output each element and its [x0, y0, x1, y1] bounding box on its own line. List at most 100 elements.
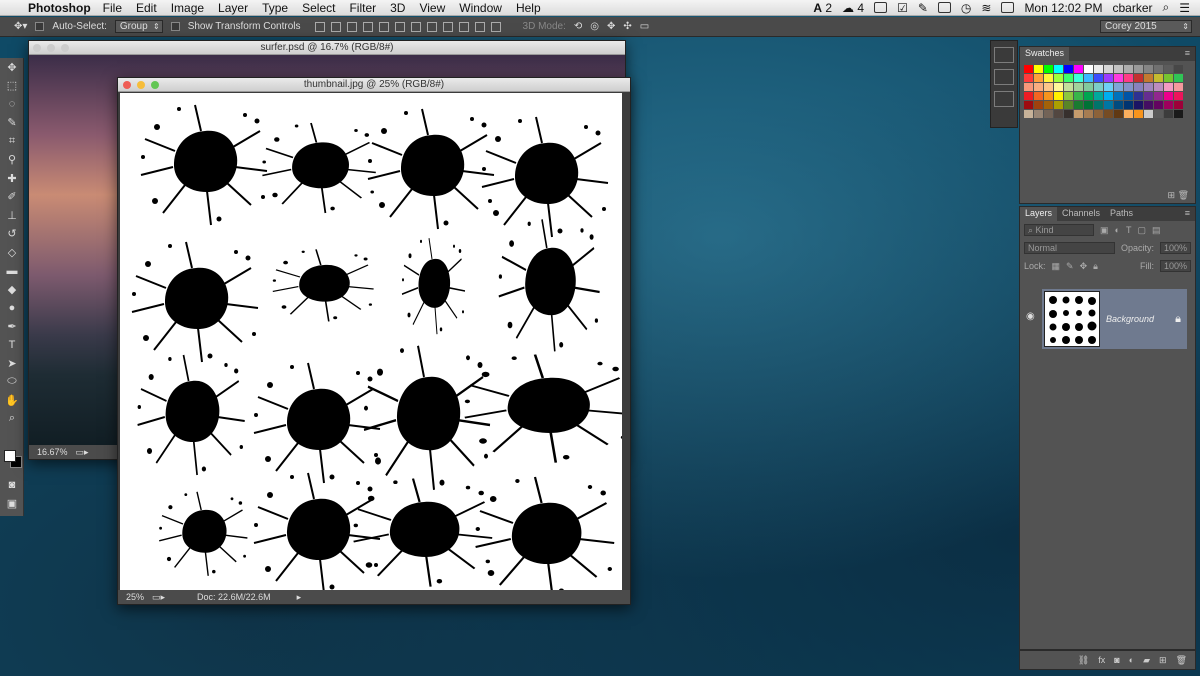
swatch-58[interactable]	[1114, 92, 1123, 100]
properties-panel-icon[interactable]	[994, 91, 1014, 107]
swatch-59[interactable]	[1124, 92, 1133, 100]
swatch-36[interactable]	[1054, 83, 1063, 91]
swatch-1[interactable]	[1024, 65, 1033, 73]
swatch-79[interactable]	[1164, 101, 1173, 109]
link-layers-icon[interactable]: ⛓	[1078, 655, 1089, 666]
battery-icon[interactable]	[1001, 2, 1015, 13]
minimize-button[interactable]	[137, 81, 145, 89]
swatch-78[interactable]	[1154, 101, 1163, 109]
swatch-44[interactable]	[1134, 83, 1143, 91]
swatch-89[interactable]	[1104, 110, 1113, 118]
delete-layer-icon[interactable]: 🗑	[1176, 655, 1187, 666]
swatch-54[interactable]	[1074, 92, 1083, 100]
thumbnail-canvas[interactable]	[120, 93, 630, 599]
filter-pixel-icon[interactable]: ▣	[1100, 225, 1109, 236]
status-menu-arrow-icon[interactable]: ▸	[297, 592, 302, 603]
swatch-62[interactable]	[1154, 92, 1163, 100]
align-bottom-icon[interactable]	[346, 21, 357, 32]
zoom-button[interactable]	[61, 44, 69, 52]
tab-channels[interactable]: Channels	[1057, 207, 1105, 221]
menu-edit[interactable]: Edit	[136, 1, 157, 15]
swatch-42[interactable]	[1114, 83, 1123, 91]
history-brush-tool-icon[interactable]: ↺	[0, 225, 24, 244]
move-tool-icon[interactable]: ✥	[0, 58, 24, 77]
filter-adjustment-icon[interactable]: ◐	[1115, 225, 1120, 235]
swatch-90[interactable]	[1114, 110, 1123, 118]
adobe-status[interactable]: A 2	[813, 1, 832, 15]
swatch-60[interactable]	[1134, 92, 1143, 100]
type-tool-icon[interactable]: T	[0, 336, 24, 355]
distribute-vcenter-icon[interactable]	[426, 21, 437, 32]
align-left-icon[interactable]	[362, 21, 373, 32]
swatch-95[interactable]	[1164, 110, 1173, 118]
swatch-20[interactable]	[1054, 74, 1063, 82]
auto-select-checkbox[interactable]	[35, 22, 45, 31]
swatch-16[interactable]	[1174, 65, 1183, 73]
swatch-3[interactable]	[1044, 65, 1053, 73]
swatch-38[interactable]	[1074, 83, 1083, 91]
move-tool-preset-icon[interactable]: ✥▾	[14, 21, 27, 32]
healing-brush-tool-icon[interactable]: ✚	[0, 169, 24, 188]
panel-menu-icon[interactable]: ≡	[1180, 207, 1195, 221]
menu-image[interactable]: Image	[171, 1, 204, 15]
swatch-17[interactable]	[1024, 74, 1033, 82]
path-selection-tool-icon[interactable]: ➤	[0, 354, 24, 373]
menu-file[interactable]: File	[103, 1, 122, 15]
swatch-50[interactable]	[1034, 92, 1043, 100]
swatch-49[interactable]	[1024, 92, 1033, 100]
swatch-24[interactable]	[1094, 74, 1103, 82]
quick-select-tool-icon[interactable]: ✎	[0, 114, 24, 133]
swatch-48[interactable]	[1174, 83, 1183, 91]
hand-tool-icon[interactable]: ✋	[0, 391, 24, 410]
user-name[interactable]: cbarker	[1112, 1, 1152, 15]
shape-tool-icon[interactable]: ⬭	[0, 373, 24, 392]
brush-tool-icon[interactable]: ✐	[0, 188, 24, 207]
swatch-86[interactable]	[1074, 110, 1083, 118]
thumbnail-zoom-level[interactable]: 25%	[126, 592, 144, 602]
swatch-82[interactable]	[1034, 110, 1043, 118]
swatch-19[interactable]	[1044, 74, 1053, 82]
menu-help[interactable]: Help	[516, 1, 541, 15]
add-mask-icon[interactable]: ◙	[1114, 655, 1119, 665]
swatch-91[interactable]	[1124, 110, 1133, 118]
new-swatch-icon[interactable]: ⊞	[1168, 190, 1176, 200]
distribute-right-icon[interactable]	[490, 21, 501, 32]
airplay-icon[interactable]	[937, 2, 951, 13]
gradient-tool-icon[interactable]: ▬	[0, 262, 24, 281]
swatch-33[interactable]	[1024, 83, 1033, 91]
filter-smart-object-icon[interactable]: ▤	[1152, 225, 1161, 236]
swatch-10[interactable]	[1114, 65, 1123, 73]
dodge-tool-icon[interactable]: ●	[0, 299, 24, 318]
swatch-71[interactable]	[1084, 101, 1093, 109]
workspace-dropdown[interactable]: Corey 2015	[1100, 20, 1192, 33]
swatch-18[interactable]	[1034, 74, 1043, 82]
swatch-63[interactable]	[1164, 92, 1173, 100]
script-icon[interactable]: ✎	[918, 1, 928, 15]
delete-swatch-icon[interactable]: 🗑	[1178, 190, 1189, 200]
distribute-bottom-icon[interactable]	[442, 21, 453, 32]
layer-name[interactable]: Background	[1106, 314, 1154, 324]
screen-mode-icon[interactable]: ▣	[0, 494, 24, 513]
lock-transparent-icon[interactable]: ▦	[1052, 261, 1061, 272]
zoom-button[interactable]	[151, 81, 159, 89]
swatch-67[interactable]	[1044, 101, 1053, 109]
fill-field[interactable]: 100%	[1159, 260, 1191, 272]
swatch-25[interactable]	[1104, 74, 1113, 82]
swatch-56[interactable]	[1094, 92, 1103, 100]
time-machine-icon[interactable]: ◷	[961, 1, 971, 15]
menu-window[interactable]: Window	[459, 1, 502, 15]
swatch-61[interactable]	[1144, 92, 1153, 100]
swatch-52[interactable]	[1054, 92, 1063, 100]
swatch-15[interactable]	[1164, 65, 1173, 73]
swatch-43[interactable]	[1124, 83, 1133, 91]
menu-3d[interactable]: 3D	[390, 1, 405, 15]
layer-filter-kind[interactable]: ⌕ Kind	[1024, 224, 1094, 236]
adjustment-layer-icon[interactable]: ◐	[1129, 655, 1134, 665]
swatch-83[interactable]	[1044, 110, 1053, 118]
surfer-title-bar[interactable]: surfer.psd @ 16.7% (RGB/8#)	[29, 41, 625, 55]
filter-type-icon[interactable]: T	[1126, 225, 1132, 235]
swatch-37[interactable]	[1064, 83, 1073, 91]
distribute-top-icon[interactable]	[410, 21, 421, 32]
zoom-tool-icon[interactable]: ⌕	[0, 410, 24, 429]
swatch-53[interactable]	[1064, 92, 1073, 100]
